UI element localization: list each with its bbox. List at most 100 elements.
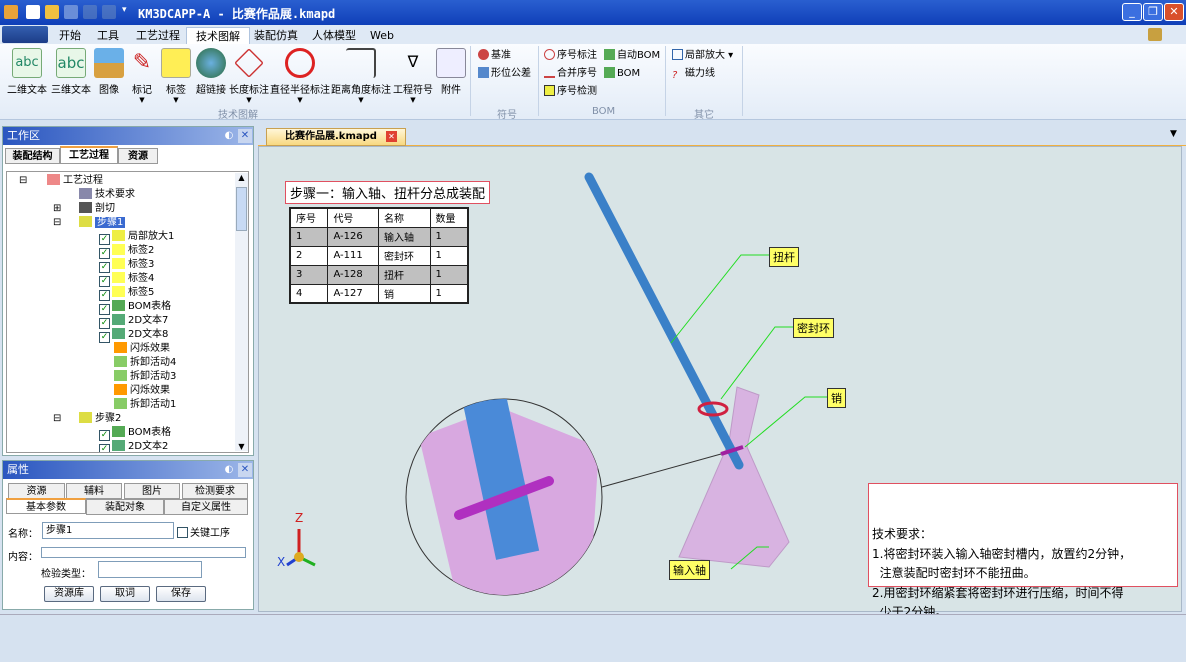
auto-bom-button[interactable]: 自动BOM — [604, 48, 660, 64]
tree-item-label[interactable]: ✓ 标签5 — [99, 286, 154, 301]
status-bar — [0, 614, 1186, 645]
save-icon[interactable] — [64, 5, 78, 19]
bom-icon — [112, 300, 125, 311]
fetch-word-button[interactable]: 取词 — [100, 586, 150, 602]
tab-basic-params[interactable]: 基本参数 — [6, 498, 86, 514]
document-tab[interactable]: 比赛作品展.kmapd — [266, 128, 406, 146]
open-icon[interactable] — [45, 5, 59, 19]
tree-item-flash[interactable]: 闪烁效果 — [99, 384, 170, 398]
datum-button[interactable]: 基准 — [478, 48, 511, 64]
step-icon — [79, 412, 92, 423]
expand-toggle[interactable]: ⊟ — [53, 216, 61, 230]
label-button[interactable]: 标签 ▼ — [160, 48, 192, 104]
engineering-symbol-button[interactable]: ∇ 工程符号 ▼ — [392, 48, 434, 104]
tree-item-bom[interactable]: ✓ BOM表格 — [99, 426, 171, 441]
key-process-checkbox[interactable]: 关键工序 — [177, 524, 230, 539]
tab-custom-attributes[interactable]: 自定义属性 — [164, 499, 248, 515]
tab-inspection[interactable]: 检测要求 — [182, 483, 248, 499]
visibility-checkbox[interactable]: ✓ — [99, 444, 110, 452]
attachment-button[interactable]: 附件 — [436, 48, 466, 96]
title-bar: ▾ KM3DCAPP-A - 比赛作品展.kmapd _ ❐ ✕ — [0, 0, 1186, 25]
tree-item-disasm[interactable]: 拆卸活动4 — [99, 356, 176, 370]
tab-assembly-objects[interactable]: 装配对象 — [86, 499, 164, 515]
tree-item-text[interactable]: ✓ 2D文本7 — [99, 314, 168, 329]
hyperlink-button[interactable]: 超链接 — [194, 48, 228, 96]
undo-icon[interactable] — [83, 5, 97, 19]
expand-toggle[interactable]: ⊞ — [53, 202, 61, 216]
tree-item-sect[interactable]: 剖切 — [79, 202, 115, 216]
inspection-type-input[interactable] — [98, 561, 202, 578]
distance-angle-button[interactable]: 距离角度标注 ▼ — [331, 48, 391, 104]
callout-pin[interactable]: 销 — [827, 388, 846, 408]
3d-text-button[interactable]: abc 三维文本 — [50, 48, 92, 96]
tab-web[interactable]: Web — [361, 27, 403, 44]
tree-item-label[interactable]: ✓ 标签3 — [99, 258, 154, 273]
tab-tools[interactable]: 工具 — [88, 27, 128, 44]
maximize-button[interactable]: ❐ — [1143, 3, 1163, 21]
tab-resource[interactable]: 资源 — [8, 483, 65, 499]
tree-item-disasm[interactable]: 拆卸活动1 — [99, 398, 176, 412]
tab-resources[interactable]: 资源 — [118, 148, 158, 164]
help-icon[interactable] — [1148, 28, 1162, 41]
tree-item-label[interactable]: ✓ 标签2 — [99, 244, 154, 259]
tab-picture[interactable]: 图片 — [124, 483, 180, 499]
tree-item-doc[interactable]: 技术要求 — [79, 188, 135, 202]
tree-item-zoom[interactable]: ✓ 局部放大1 — [99, 230, 174, 245]
close-document-icon[interactable]: ✕ — [386, 131, 397, 142]
tree-item-step[interactable]: 步骤2 — [79, 412, 121, 426]
expand-toggle[interactable]: ⊟ — [53, 412, 61, 426]
tab-tech-illustration[interactable]: 技术图解 — [186, 27, 250, 44]
tab-human-model[interactable]: 人体模型 — [303, 27, 365, 44]
minimize-button[interactable]: _ — [1122, 3, 1142, 21]
save-button[interactable]: 保存 — [156, 586, 206, 602]
tree-item-disasm[interactable]: 拆卸活动3 — [99, 370, 176, 384]
local-zoom-button[interactable]: 局部放大 ▾ — [672, 48, 733, 64]
tab-process[interactable]: 工艺过程 — [127, 27, 189, 44]
tab-process-tree[interactable]: 工艺过程 — [60, 146, 118, 164]
close-button[interactable]: ✕ — [1164, 3, 1184, 21]
tree-item-step[interactable]: 步骤1 — [79, 216, 126, 230]
properties-close-button[interactable]: ✕ — [238, 463, 252, 477]
bom-button[interactable]: BOM — [604, 66, 640, 82]
balloon-button[interactable]: 序号标注 — [544, 48, 597, 64]
image-button[interactable]: 图像 — [94, 48, 124, 96]
tree-item-root[interactable]: 工艺过程 — [47, 174, 103, 188]
ribbon: abc 二维文本 abc 三维文本 图像 ✎ 标记 ▼ 标签 ▼ 超链接 长度标注 ▼ 直径… — [0, 44, 1186, 121]
redo-icon[interactable] — [102, 5, 116, 19]
document-tabbar: 比赛作品展.kmapd ✕ ▼ — [258, 127, 1186, 146]
2d-text-button[interactable]: abc 二维文本 — [6, 48, 48, 96]
tab-start[interactable]: 开始 — [50, 27, 90, 44]
tab-assembly-sim[interactable]: 装配仿真 — [245, 27, 307, 44]
magnetic-line-button[interactable]: ? 磁力线 — [672, 66, 715, 82]
pin-icon[interactable]: ◐ — [222, 129, 236, 143]
merge-balloon-button[interactable]: 合并序号 — [544, 66, 597, 82]
callout-torsion-bar[interactable]: 扭杆 — [769, 247, 799, 267]
length-dimension-button[interactable]: 长度标注 ▼ — [228, 48, 270, 104]
application-menu-button[interactable] — [2, 26, 48, 43]
geometric-tolerance-button[interactable]: 形位公差 — [478, 66, 531, 82]
qat-dropdown-icon[interactable]: ▾ — [122, 5, 127, 15]
tree-item-bom[interactable]: ✓ BOM表格 — [99, 300, 171, 315]
tree-item-flash[interactable]: 闪烁效果 — [99, 342, 170, 356]
name-input[interactable]: 步骤1 — [42, 522, 174, 539]
callout-input-shaft[interactable]: 输入轴 — [669, 560, 710, 580]
pin-icon[interactable]: ◐ — [222, 463, 236, 477]
tab-list-dropdown-icon[interactable]: ▼ — [1170, 129, 1177, 139]
tab-auxiliary[interactable]: 辅料 — [66, 483, 122, 499]
tree-item-label[interactable]: ✓ 标签4 — [99, 272, 154, 287]
tree-item-text[interactable]: ✓ 2D文本8 — [99, 328, 168, 343]
new-icon[interactable] — [26, 5, 40, 19]
resource-library-button[interactable]: 资源库 — [44, 586, 94, 602]
workspace-close-button[interactable]: ✕ — [238, 129, 252, 143]
balloon-check-button[interactable]: 序号检测 — [544, 84, 597, 100]
tree-item-text[interactable]: ✓ 2D文本2 — [99, 440, 168, 452]
label-icon — [112, 258, 125, 269]
mark-button[interactable]: ✎ 标记 ▼ — [126, 48, 158, 104]
3d-viewport[interactable]: 步骤一：输入轴、扭杆分总成装配 序号 代号 名称 数量 1 A-126 输入轴 1 2 A-1… — [258, 146, 1182, 619]
content-input[interactable] — [41, 547, 246, 558]
tree-scrollbar[interactable]: ▲ ▼ — [235, 173, 248, 451]
expand-toggle[interactable]: ⊟ — [19, 174, 27, 188]
tab-assembly-structure[interactable]: 装配结构 — [5, 148, 60, 164]
callout-seal-ring[interactable]: 密封环 — [793, 318, 834, 338]
diameter-radius-button[interactable]: 直径半径标注 ▼ — [270, 48, 330, 104]
